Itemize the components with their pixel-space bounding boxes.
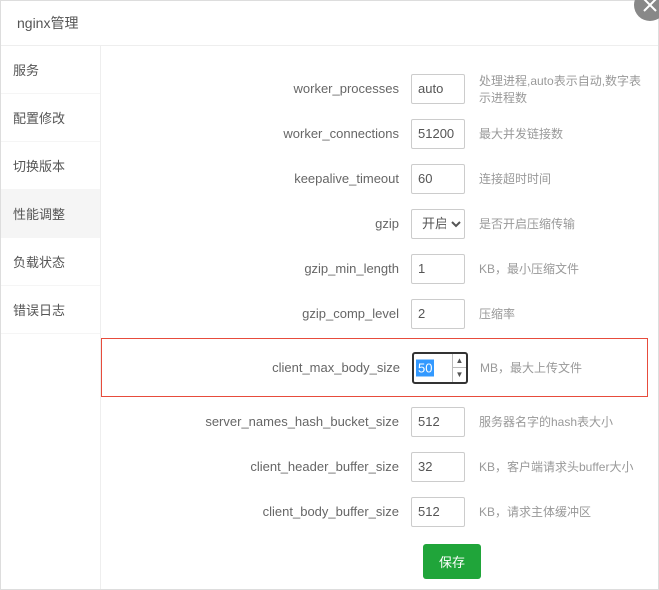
row-worker-connections: worker_connections 最大并发链接数 bbox=[101, 111, 648, 156]
modal-header: nginx管理 bbox=[1, 1, 658, 46]
sidebar-item-service[interactable]: 服务 bbox=[1, 46, 100, 94]
row-worker-processes: worker_processes 处理进程,auto表示自动,数字表示进程数 bbox=[101, 66, 648, 111]
client-max-body-size-spinner[interactable]: 50 ▲ ▼ bbox=[412, 352, 468, 384]
field-label: client_header_buffer_size bbox=[101, 459, 411, 474]
row-gzip-comp-level: gzip_comp_level 压缩率 bbox=[101, 291, 648, 336]
worker-processes-input[interactable] bbox=[411, 74, 465, 104]
spinner-down[interactable]: ▼ bbox=[453, 368, 466, 382]
row-keepalive-timeout: keepalive_timeout 连接超时时间 bbox=[101, 156, 648, 201]
sidebar-item-load[interactable]: 负载状态 bbox=[1, 238, 100, 286]
sidebar-item-label: 错误日志 bbox=[13, 303, 65, 318]
gzip-select[interactable]: 开启 bbox=[411, 209, 465, 239]
field-desc: MB，最大上传文件 bbox=[472, 359, 647, 376]
sidebar-item-label: 服务 bbox=[13, 63, 39, 78]
field-desc: 连接超时时间 bbox=[471, 170, 648, 187]
field-label: server_names_hash_bucket_size bbox=[101, 414, 411, 429]
save-button[interactable]: 保存 bbox=[423, 544, 481, 579]
worker-connections-input[interactable] bbox=[411, 119, 465, 149]
client-body-buffer-input[interactable] bbox=[411, 497, 465, 527]
field-label: gzip_comp_level bbox=[101, 306, 411, 321]
row-client-max-body-size: client_max_body_size 50 ▲ ▼ MB，最大上传文件 bbox=[102, 345, 647, 390]
client-header-buffer-input[interactable] bbox=[411, 452, 465, 482]
field-desc: KB，请求主体缓冲区 bbox=[471, 503, 648, 520]
field-desc: KB，最小压缩文件 bbox=[471, 260, 648, 277]
row-client-body-buffer: client_body_buffer_size KB，请求主体缓冲区 bbox=[101, 489, 648, 534]
sidebar-item-label: 负载状态 bbox=[13, 255, 65, 270]
sidebar-item-errorlog[interactable]: 错误日志 bbox=[1, 286, 100, 334]
sidebar: 服务 配置修改 切换版本 性能调整 负载状态 错误日志 bbox=[1, 46, 101, 589]
keepalive-timeout-input[interactable] bbox=[411, 164, 465, 194]
row-server-names-hash: server_names_hash_bucket_size 服务器名字的hash… bbox=[101, 399, 648, 444]
field-label: gzip bbox=[101, 216, 411, 231]
sidebar-item-label: 性能调整 bbox=[13, 207, 65, 222]
field-label: client_body_buffer_size bbox=[101, 504, 411, 519]
sidebar-item-version[interactable]: 切换版本 bbox=[1, 142, 100, 190]
field-label: worker_connections bbox=[101, 126, 411, 141]
field-desc: 压缩率 bbox=[471, 305, 648, 322]
sidebar-item-label: 切换版本 bbox=[13, 159, 65, 174]
sidebar-item-config[interactable]: 配置修改 bbox=[1, 94, 100, 142]
field-label: gzip_min_length bbox=[101, 261, 411, 276]
field-desc: 最大并发链接数 bbox=[471, 125, 648, 142]
field-label: worker_processes bbox=[101, 81, 411, 96]
sidebar-item-performance[interactable]: 性能调整 bbox=[1, 190, 100, 238]
field-label: client_max_body_size bbox=[102, 360, 412, 375]
modal-title: nginx管理 bbox=[17, 15, 78, 31]
row-gzip-min-length: gzip_min_length KB，最小压缩文件 bbox=[101, 246, 648, 291]
server-names-hash-input[interactable] bbox=[411, 407, 465, 437]
spinner-arrows: ▲ ▼ bbox=[452, 354, 466, 382]
row-gzip: gzip 开启 是否开启压缩传输 bbox=[101, 201, 648, 246]
field-desc: 服务器名字的hash表大小 bbox=[471, 413, 648, 430]
field-desc: 是否开启压缩传输 bbox=[471, 215, 648, 232]
gzip-min-length-input[interactable] bbox=[411, 254, 465, 284]
field-label: keepalive_timeout bbox=[101, 171, 411, 186]
content: worker_processes 处理进程,auto表示自动,数字表示进程数 w… bbox=[101, 46, 658, 589]
save-row: 保存 bbox=[101, 534, 648, 579]
close-icon bbox=[643, 0, 657, 12]
field-desc: KB，客户端请求头buffer大小 bbox=[471, 458, 648, 475]
spinner-up[interactable]: ▲ bbox=[453, 354, 466, 369]
highlight-box: client_max_body_size 50 ▲ ▼ MB，最大上传文件 bbox=[101, 338, 648, 397]
field-desc: 处理进程,auto表示自动,数字表示进程数 bbox=[471, 72, 648, 106]
row-client-header-buffer: client_header_buffer_size KB，客户端请求头buffe… bbox=[101, 444, 648, 489]
gzip-comp-level-input[interactable] bbox=[411, 299, 465, 329]
sidebar-item-label: 配置修改 bbox=[13, 111, 65, 126]
